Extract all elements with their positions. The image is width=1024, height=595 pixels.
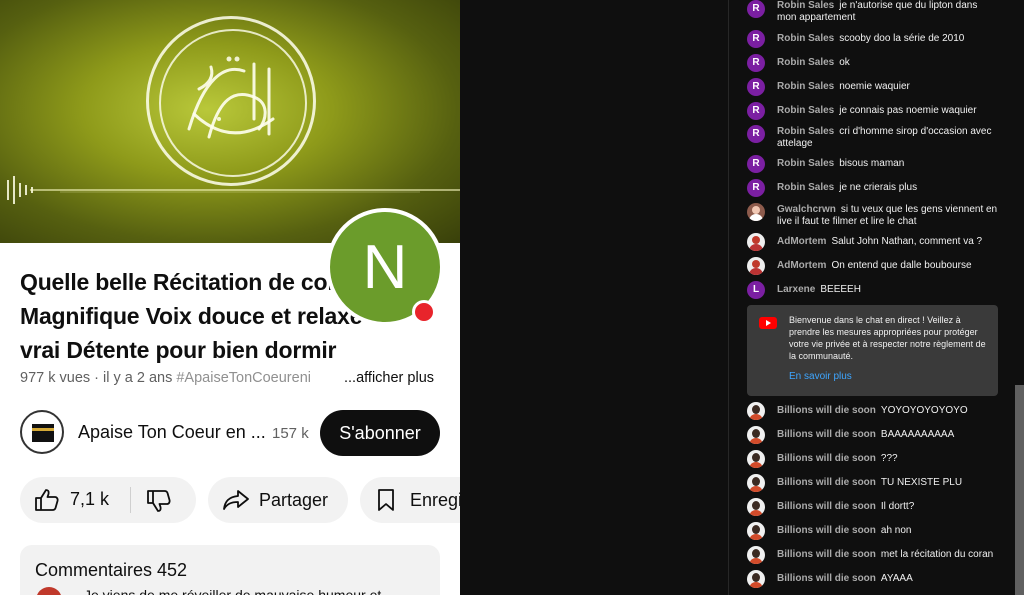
user-avatar-photo[interactable] (747, 233, 765, 251)
live-status-dot (412, 300, 436, 324)
subscriber-count: 157 k (272, 425, 309, 442)
chat-author[interactable]: AdMortem (777, 236, 826, 247)
user-avatar[interactable]: R (747, 102, 765, 120)
chat-author[interactable]: Robin Sales (777, 182, 834, 193)
chat-text: YOYOYOYOYOYO (880, 405, 968, 416)
video-title-line-3: vrai Détente pour bien dormir (20, 337, 337, 363)
chat-text: je ne crierais plus (839, 182, 918, 193)
save-label: Enregi (410, 489, 460, 510)
subscribe-button[interactable]: S'abonner (320, 410, 440, 456)
user-avatar[interactable]: R (747, 155, 765, 173)
user-avatar[interactable]: R (747, 30, 765, 48)
chat-text: je connais pas noemie waquier (839, 105, 977, 116)
share-button[interactable]: Partager (208, 477, 348, 523)
chat-author[interactable]: AdMortem (777, 260, 826, 271)
chat-author[interactable]: Robin Sales (777, 57, 834, 68)
user-avatar[interactable]: L (747, 281, 765, 299)
chat-author[interactable]: Billions will die soon (777, 405, 876, 416)
show-more-link[interactable]: ...afficher plus (344, 370, 434, 386)
channel-name[interactable]: Apaise Ton Coeur en ... (78, 422, 266, 443)
comments-header: Commentaires 452 (35, 560, 188, 580)
user-avatar-photo[interactable] (747, 450, 765, 468)
channel-row: Apaise Ton Coeur en ... 157 k S'abonner (20, 410, 460, 456)
hashtag[interactable]: #ApaiseTonCoeureni (176, 370, 311, 386)
chat-text: met la récitation du coran (880, 549, 994, 560)
kaaba-icon (32, 424, 54, 442)
chat-author[interactable]: Larxene (777, 284, 815, 295)
like-dislike-pill: 7,1 k (20, 477, 196, 523)
chat-author[interactable]: Robin Sales (777, 0, 834, 11)
chat-text: bisous maman (839, 158, 905, 169)
user-avatar[interactable]: R (747, 179, 765, 197)
comment-preview: Je viens de me réveiller de mauvaise hum… (84, 587, 382, 595)
chat-text: BAAAAAAAAAA (880, 429, 955, 440)
save-button[interactable]: Enregi (360, 477, 460, 523)
thumbs-down-icon (147, 490, 171, 512)
chat-text: On entend que dalle boubourse (831, 260, 972, 271)
user-avatar[interactable]: R (747, 54, 765, 72)
chat-author[interactable]: Robin Sales (777, 81, 834, 92)
user-avatar[interactable]: R (747, 78, 765, 96)
chat-author[interactable]: Robin Sales (777, 33, 834, 44)
views-and-date: 977 k vues · il y a 2 ans (20, 370, 173, 386)
comments-section[interactable]: Commentaires 452 Je viens de me réveille… (20, 545, 440, 595)
creator-avatar-letter: N (362, 232, 408, 302)
chat-text: scooby doo la série de 2010 (839, 33, 965, 44)
user-avatar-photo[interactable] (747, 522, 765, 540)
chat-author[interactable]: Billions will die soon (777, 429, 876, 440)
video-meta: 977 k vues · il y a 2 ans #ApaiseTonCoeu… (20, 370, 311, 386)
chat-author[interactable]: Billions will die soon (777, 477, 876, 488)
chat-text: ok (839, 57, 850, 68)
bookmark-icon (378, 489, 394, 511)
chat-text: ??? (880, 453, 898, 464)
chat-text: AYAAA (880, 573, 913, 584)
like-count[interactable]: 7,1 k (70, 489, 109, 510)
chat-author[interactable]: Robin Sales (777, 105, 834, 116)
thumbs-up-icon (35, 489, 59, 511)
user-avatar-photo[interactable] (747, 426, 765, 444)
video-page-screenshot: Quelle belle Récitation de cor Magnifiqu… (0, 0, 460, 595)
commenter-avatar (36, 587, 62, 595)
chat-text: noemie waquier (839, 81, 910, 92)
share-label: Partager (259, 489, 329, 510)
chat-author[interactable]: Robin Sales (777, 158, 834, 169)
chat-text: TU NEXISTE PLU (880, 477, 963, 488)
creator-avatar[interactable]: N (326, 208, 444, 326)
dislike-button[interactable] (146, 489, 172, 513)
chat-text: ah non (880, 525, 912, 536)
learn-more-link[interactable]: En savoir plus (789, 371, 852, 382)
chat-author[interactable]: Gwalchcrwn (777, 204, 836, 215)
chat-welcome-notice: Bienvenue dans le chat en direct ! Veill… (747, 305, 998, 396)
chat-author[interactable]: Billions will die soon (777, 525, 876, 536)
user-avatar[interactable]: R (747, 125, 765, 143)
user-avatar[interactable]: R (747, 0, 765, 18)
youtube-logo-icon (759, 317, 777, 329)
chat-author[interactable]: Robin Sales (777, 126, 834, 137)
action-bar: 7,1 k Partager Enregi (20, 477, 460, 523)
video-thumbnail[interactable] (0, 0, 460, 243)
chat-scrollbar[interactable] (1015, 385, 1024, 595)
quran-calligraphy-emblem (146, 16, 316, 186)
chat-text: Salut John Nathan, comment va ? (831, 236, 983, 247)
user-avatar-photo[interactable] (747, 498, 765, 516)
like-button[interactable] (34, 488, 60, 512)
user-avatar-photo[interactable] (747, 203, 765, 221)
channel-avatar[interactable] (20, 410, 64, 454)
chat-author[interactable]: Billions will die soon (777, 549, 876, 560)
chat-author[interactable]: Billions will die soon (777, 573, 876, 584)
user-avatar-photo[interactable] (747, 402, 765, 420)
chat-text: BEEEEH (820, 284, 861, 295)
user-avatar-photo[interactable] (747, 474, 765, 492)
user-avatar-photo[interactable] (747, 570, 765, 588)
chat-author[interactable]: Billions will die soon (777, 453, 876, 464)
chat-author[interactable]: Billions will die soon (777, 501, 876, 512)
live-chat-panel: R Robin Sales je n'autorise que du lipton… (728, 0, 1024, 595)
notice-text: Bienvenue dans le chat en direct ! Veill… (789, 315, 986, 361)
chat-text: Il dortt? (880, 501, 915, 512)
pill-divider (130, 487, 131, 513)
user-avatar-photo[interactable] (747, 257, 765, 275)
user-avatar-photo[interactable] (747, 546, 765, 564)
share-arrow-icon (223, 490, 249, 510)
